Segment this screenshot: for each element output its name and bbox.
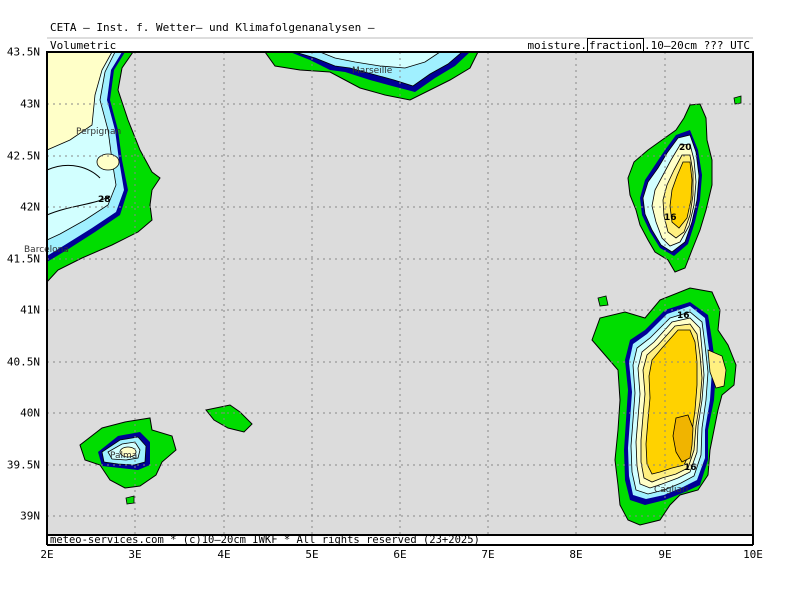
city-label-perpignan: Perpignan bbox=[76, 127, 121, 137]
variable-suffix: .10–20cm ??? UTC bbox=[644, 39, 750, 52]
lon-label: 10E bbox=[743, 548, 763, 561]
lat-label: 42.5N bbox=[6, 149, 40, 163]
lat-label: 41N bbox=[20, 303, 40, 317]
islet bbox=[597, 295, 609, 307]
svg-text:16: 16 bbox=[664, 213, 677, 223]
variable-prefix: moisture. bbox=[527, 39, 588, 52]
lon-label: 2E bbox=[40, 548, 54, 561]
contour-label: 28 bbox=[98, 195, 111, 205]
lat-label: 40N bbox=[20, 406, 40, 420]
lat-label: 39N bbox=[20, 509, 40, 523]
lon-label: 5E bbox=[305, 548, 319, 561]
variable-unit: fraction bbox=[587, 38, 645, 53]
map-title: CETA – Inst. f. Wetter– und Klimafolgena… bbox=[50, 21, 375, 34]
lon-label: 4E bbox=[217, 548, 231, 561]
lat-label: 43.5N bbox=[6, 45, 40, 59]
city-label-marseille: Marseille bbox=[352, 66, 393, 76]
city-label-palma: Palma bbox=[110, 451, 137, 461]
lon-label: 7E bbox=[481, 548, 495, 561]
svg-text:16: 16 bbox=[677, 311, 690, 321]
copyright-footer: meteo-services.com * (c)10–20cm IWKF * A… bbox=[50, 534, 480, 546]
lon-label: 9E bbox=[658, 548, 672, 561]
city-label-cagliari: Cagliari bbox=[654, 485, 688, 495]
lat-label: 43N bbox=[20, 97, 40, 111]
lat-label: 39.5N bbox=[6, 458, 40, 472]
lat-label: 42N bbox=[20, 200, 40, 214]
lat-label: 41.5N bbox=[6, 252, 40, 266]
lon-label: 3E bbox=[128, 548, 142, 561]
lon-label: 6E bbox=[393, 548, 407, 561]
variable-info: moisture. fraction .10–20cm ??? UTC bbox=[527, 38, 750, 53]
lon-label: 8E bbox=[569, 548, 583, 561]
weather-map: 20 16 16 16 Perpignan Barcelona Marseill… bbox=[24, 37, 754, 546]
lat-label: 40.5N bbox=[6, 355, 40, 369]
svg-text:20: 20 bbox=[679, 143, 692, 153]
map-subtitle: Volumetric bbox=[50, 39, 117, 52]
